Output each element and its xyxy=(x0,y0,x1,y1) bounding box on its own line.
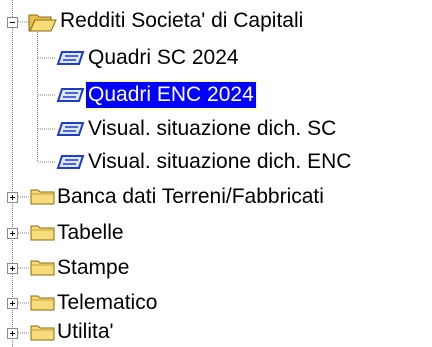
form-icon xyxy=(56,88,85,102)
tree-folder-banca-dati[interactable]: Banca dati Terreni/Fabbricati xyxy=(55,184,326,210)
expand-toggle-stampe[interactable] xyxy=(7,263,18,274)
folder-icon xyxy=(30,189,55,205)
tree-folder-utilita[interactable]: Utilita' xyxy=(55,319,116,345)
form-icon xyxy=(56,122,85,136)
folder-icon xyxy=(30,260,55,276)
tree-folder-stampe[interactable]: Stampe xyxy=(55,255,131,281)
navigation-tree: Redditi Societa' di Capitali Quadri SC 2… xyxy=(0,0,432,347)
folder-icon xyxy=(30,295,55,311)
expand-toggle-banca-dati[interactable] xyxy=(7,192,18,203)
collapse-toggle-root[interactable] xyxy=(7,17,18,28)
expand-toggle-tabelle[interactable] xyxy=(7,228,18,239)
expand-toggle-utilita[interactable] xyxy=(7,328,18,339)
form-icon xyxy=(56,51,85,65)
folder-icon xyxy=(30,225,55,241)
tree-item-quadri-sc[interactable]: Quadri SC 2024 xyxy=(86,45,241,71)
tree-folder-tabelle[interactable]: Tabelle xyxy=(55,220,126,246)
tree-folder-telematico[interactable]: Telematico xyxy=(55,290,159,316)
folder-open-icon xyxy=(28,14,57,32)
tree-item-quadri-enc[interactable]: Quadri ENC 2024 xyxy=(85,81,257,109)
expand-toggle-telematico[interactable] xyxy=(7,298,18,309)
form-icon xyxy=(56,155,85,169)
tree-item-visual-sc[interactable]: Visual. situazione dich. SC xyxy=(86,116,338,142)
folder-icon xyxy=(30,325,55,341)
tree-root-label[interactable]: Redditi Societa' di Capitali xyxy=(58,8,305,34)
tree-item-visual-enc[interactable]: Visual. situazione dich. ENC xyxy=(86,149,353,175)
